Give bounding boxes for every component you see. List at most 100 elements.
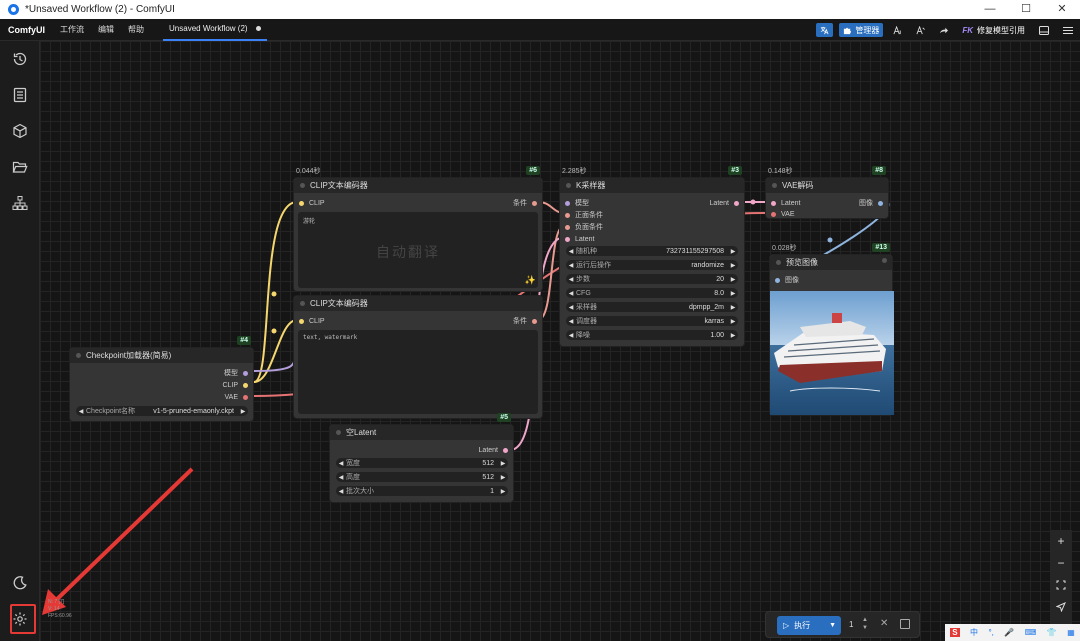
latent-socket-icon[interactable] bbox=[771, 200, 776, 206]
output-latent[interactable]: Latent bbox=[479, 445, 513, 455]
input-clip[interactable]: CLIP bbox=[294, 316, 325, 326]
increment-icon[interactable]: ▶ bbox=[498, 488, 508, 495]
collapse-dot-icon[interactable] bbox=[772, 183, 777, 188]
node-header[interactable]: CLIP文本编码器 bbox=[294, 296, 542, 311]
input-positive[interactable]: 正面条件 bbox=[560, 210, 603, 220]
clip-socket-icon[interactable] bbox=[299, 200, 304, 206]
node-clip-text-encoder-positive[interactable]: 0.044秒 #6 CLIP文本编码器 CLIP 条件 游轮 自动翻译 ✨ bbox=[293, 166, 543, 292]
widget-width[interactable]: ◀ 宽度 512 ▶ bbox=[336, 458, 508, 468]
maximize-button[interactable]: ☐ bbox=[1008, 0, 1044, 19]
output-clip[interactable]: CLIP bbox=[222, 380, 253, 390]
output-image[interactable]: 图像 bbox=[859, 198, 888, 208]
menu-edit[interactable]: 编辑 bbox=[98, 24, 114, 35]
model-socket-icon[interactable] bbox=[565, 200, 570, 206]
decrement-icon[interactable]: ◀ bbox=[566, 248, 576, 255]
input-negative[interactable]: 负面条件 bbox=[560, 222, 603, 232]
vae-socket-icon[interactable] bbox=[243, 394, 248, 400]
increment-icon[interactable]: ▶ bbox=[238, 408, 248, 415]
node-library-cube-icon[interactable] bbox=[12, 123, 28, 139]
ime-language[interactable]: 中 bbox=[970, 627, 978, 638]
hamburger-menu-button[interactable] bbox=[1059, 23, 1077, 37]
fix-model-refs-button[interactable]: FK 修复模型引用 bbox=[958, 23, 1029, 37]
widget-denoise[interactable]: ◀ 降噪 1.00 ▶ bbox=[566, 330, 738, 340]
widget-seed[interactable]: ◀ 随机种 732731155297508 ▶ bbox=[566, 246, 738, 256]
run-button[interactable]: ▷ 执行 ▼ bbox=[777, 616, 841, 635]
select-mode-button[interactable] bbox=[1050, 596, 1072, 618]
widget-checkpoint-name[interactable]: ◀ Checkpoint名称 v1-5-pruned-emaonly.ckpt ▶ bbox=[76, 406, 248, 416]
increment-icon[interactable]: ▶ bbox=[728, 304, 738, 311]
zoom-out-button[interactable]: − bbox=[1050, 552, 1072, 574]
node-header[interactable]: VAE解码 bbox=[766, 178, 888, 193]
output-conditioning[interactable]: 条件 bbox=[513, 198, 542, 208]
cond-socket-icon[interactable] bbox=[565, 224, 570, 230]
increment-icon[interactable]: ▶ bbox=[728, 290, 738, 297]
increment-icon[interactable]: ▶ bbox=[728, 276, 738, 283]
menu-help[interactable]: 帮助 bbox=[128, 24, 144, 35]
latent-socket-icon[interactable] bbox=[503, 447, 508, 453]
menu-workflow[interactable]: 工作流 bbox=[60, 24, 84, 35]
decrement-icon[interactable]: ◀ bbox=[566, 290, 576, 297]
output-latent[interactable]: Latent bbox=[710, 198, 744, 208]
magic-wand-icon[interactable]: ✨ bbox=[525, 275, 536, 286]
collapse-dot-icon[interactable] bbox=[566, 183, 571, 188]
node-header[interactable]: Checkpoint加载器(简易) bbox=[70, 348, 253, 363]
increment-icon[interactable]: ▶ bbox=[728, 332, 738, 339]
fit-view-button[interactable] bbox=[1050, 574, 1072, 596]
decrement-icon[interactable]: ◀ bbox=[566, 276, 576, 283]
generated-cruise-ship-image[interactable] bbox=[770, 291, 894, 415]
widget-cfg[interactable]: ◀ CFG 8.0 ▶ bbox=[566, 288, 738, 298]
batch-count-input[interactable]: 1 bbox=[849, 620, 853, 629]
node-header[interactable]: 空Latent bbox=[330, 425, 513, 440]
keyboard-icon[interactable]: ⌨ bbox=[1025, 628, 1037, 637]
node-clip-text-encoder-negative[interactable]: CLIP文本编码器 CLIP 条件 text, watermark bbox=[293, 295, 543, 419]
cond-socket-icon[interactable] bbox=[532, 318, 537, 324]
node-empty-latent[interactable]: #5 空Latent Latent ◀ 宽度 512 ▶ ◀ 高度 512 ▶ ◀ 批次大小 1… bbox=[329, 413, 514, 503]
collapse-dot-icon[interactable] bbox=[76, 353, 81, 358]
close-window-button[interactable]: ✕ bbox=[1044, 0, 1080, 19]
decrement-icon[interactable]: ◀ bbox=[566, 332, 576, 339]
clip-socket-icon[interactable] bbox=[243, 382, 248, 388]
increment-icon[interactable]: ▶ bbox=[728, 318, 738, 325]
node-header[interactable]: 预览图像 bbox=[770, 255, 892, 270]
node-vae-decode[interactable]: 0.148秒 #8 VAE解码 Latent VAE 图像 bbox=[765, 166, 889, 219]
widget-scheduler[interactable]: ◀ 调度器 karras ▶ bbox=[566, 316, 738, 326]
collapse-dot-icon[interactable] bbox=[336, 430, 341, 435]
history-icon[interactable] bbox=[12, 51, 28, 67]
letter-a-button[interactable] bbox=[889, 23, 906, 37]
latent-socket-icon[interactable] bbox=[565, 236, 570, 242]
output-vae[interactable]: VAE bbox=[225, 392, 254, 402]
queue-list-icon[interactable] bbox=[12, 87, 28, 103]
decrement-icon[interactable]: ◀ bbox=[336, 474, 346, 481]
sogou-ime-icon[interactable]: S bbox=[950, 628, 960, 637]
minimize-button[interactable]: — bbox=[972, 0, 1008, 19]
panel-toggle-button[interactable] bbox=[1035, 23, 1053, 37]
cancel-run-icon[interactable]: ✕ bbox=[880, 618, 888, 629]
stop-icon[interactable] bbox=[900, 619, 910, 629]
microphone-icon[interactable]: 🎤 bbox=[1004, 628, 1014, 637]
clip-socket-icon[interactable] bbox=[299, 318, 304, 324]
widget-control-after[interactable]: ◀ 运行后操作 randomize ▶ bbox=[566, 260, 738, 270]
workflow-tab[interactable]: Unsaved Workflow (2) bbox=[163, 19, 267, 41]
cond-socket-icon[interactable] bbox=[565, 212, 570, 218]
input-latent[interactable]: Latent bbox=[766, 198, 800, 208]
decrement-icon[interactable]: ◀ bbox=[336, 488, 346, 495]
input-vae[interactable]: VAE bbox=[766, 209, 795, 219]
skin-icon[interactable]: 👕 bbox=[1047, 628, 1057, 637]
theme-moon-icon[interactable] bbox=[12, 575, 28, 591]
node-checkpoint-loader[interactable]: #4 Checkpoint加载器(简易) 模型 CLIP VAE ◀ Checkp… bbox=[69, 336, 254, 422]
widget-sampler[interactable]: ◀ 采样器 dpmpp_2m ▶ bbox=[566, 302, 738, 312]
decrement-icon[interactable]: ◀ bbox=[566, 318, 576, 325]
prompt-textarea[interactable]: text, watermark bbox=[298, 330, 538, 414]
input-image[interactable]: 图像 bbox=[770, 275, 799, 285]
widget-height[interactable]: ◀ 高度 512 ▶ bbox=[336, 472, 508, 482]
collapse-dot-icon[interactable] bbox=[776, 260, 781, 265]
output-model[interactable]: 模型 bbox=[224, 368, 253, 378]
graph-canvas[interactable]: 0.044秒 #6 CLIP文本编码器 CLIP 条件 游轮 自动翻译 ✨ CL… bbox=[40, 41, 1080, 641]
run-options-chevron-icon[interactable]: ▼ bbox=[829, 622, 836, 629]
punctuation-icon[interactable]: °, bbox=[988, 628, 993, 637]
options-dot-icon[interactable] bbox=[882, 258, 887, 263]
cond-socket-icon[interactable] bbox=[532, 200, 537, 206]
node-header[interactable]: K采样器 bbox=[560, 178, 744, 193]
increment-icon[interactable]: ▶ bbox=[498, 474, 508, 481]
increment-icon[interactable]: ▶ bbox=[728, 248, 738, 255]
